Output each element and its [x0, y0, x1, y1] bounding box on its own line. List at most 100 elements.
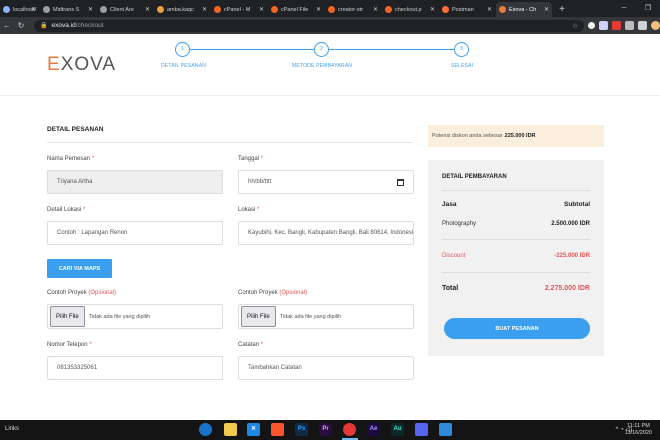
tab-favicon-icon: [328, 6, 335, 13]
summary-divider: [442, 190, 590, 191]
section-title: DETAIL PESANAN: [47, 126, 104, 133]
browser-tab[interactable]: creator-str ✕: [325, 2, 381, 17]
file-explorer-icon[interactable]: [224, 423, 237, 436]
browser-tab[interactable]: localhost/✕: [0, 2, 39, 17]
tab-favicon-icon: [442, 6, 449, 13]
browser-tab-active[interactable]: Exova - Ch ✕: [496, 2, 552, 17]
new-tab-button[interactable]: +: [553, 2, 571, 17]
lokasi-input[interactable]: Kayubihi, Kec. Bangli, Kabupaten Bangli,…: [238, 221, 414, 245]
premiere-icon[interactable]: Pr: [319, 423, 332, 436]
close-icon[interactable]: ✕: [430, 6, 435, 13]
summary-total-row: Total 2.275.000 IDR: [442, 285, 590, 292]
tab-favicon-icon: [100, 6, 107, 13]
tab-favicon-icon: [385, 6, 392, 13]
tab-favicon-icon: [3, 6, 10, 13]
edge-icon[interactable]: [199, 423, 212, 436]
summary-service-row: Photography 2.500.000 IDR: [442, 221, 590, 227]
stepper-line: [329, 49, 454, 50]
extension-icon[interactable]: [625, 21, 634, 30]
windows-taskbar: Links ✕ Ps Pr Ae Au ^ ◔ ◁) 11:11 PM 11/1…: [0, 420, 660, 440]
browser-tab[interactable]: cPanel - M ✕: [211, 2, 267, 17]
chrome-icon[interactable]: [343, 423, 356, 436]
close-icon[interactable]: ✕: [259, 6, 264, 13]
restore-icon[interactable]: ❐: [636, 0, 660, 17]
minimize-icon[interactable]: ─: [612, 0, 636, 17]
tanggal-label: Tanggal *: [238, 156, 264, 162]
lokasi-detail-label: Detail Lokasi *: [47, 207, 86, 213]
browser-tab[interactable]: Midtrans S ✕: [40, 2, 96, 17]
extension-icon[interactable]: [588, 22, 595, 29]
contoh-proyek-file-input[interactable]: Pilih File Tidak ada file yang dipilih: [47, 304, 223, 329]
tab-favicon-icon: [271, 6, 278, 13]
lokasi-detail-input[interactable]: Contoh : Lapangan Renon: [47, 221, 223, 245]
tab-favicon-icon: [214, 6, 221, 13]
pilih-file-button[interactable]: Pilih File: [50, 306, 85, 327]
summary-divider: [442, 239, 590, 240]
step-3-indicator: 3: [454, 42, 469, 57]
browser-tab[interactable]: cPanel File ✕: [268, 2, 324, 17]
audition-icon[interactable]: Au: [391, 423, 404, 436]
back-icon[interactable]: ←: [0, 21, 14, 30]
close-icon[interactable]: ✕: [145, 6, 150, 13]
tab-favicon-icon: [499, 6, 506, 13]
file-status-text: Tidak ada file yang dipilih: [88, 313, 151, 320]
close-icon[interactable]: ✕: [373, 6, 378, 13]
address-bar: ← ↻ 🔒 exova.id/checkout ☆: [0, 17, 660, 34]
tab-favicon-icon: [43, 6, 50, 13]
browser-tab[interactable]: Postman ✕: [439, 2, 495, 17]
catatan-label: Catatan *: [238, 342, 264, 348]
catatan-input[interactable]: Tambahkan Catatan: [238, 356, 414, 380]
close-icon[interactable]: ✕: [487, 6, 492, 13]
window-controls: ─ ❐: [612, 0, 660, 17]
extension-icon[interactable]: [612, 21, 621, 30]
buat-pesanan-button[interactable]: BUAT PESANAN: [444, 318, 590, 339]
photos-icon[interactable]: [439, 423, 452, 436]
step-3-label: SELESAI: [451, 63, 474, 69]
discord-icon[interactable]: [415, 423, 428, 436]
calendar-icon[interactable]: [397, 178, 404, 186]
tanggal-date-input[interactable]: hh/bb/tttt: [238, 170, 414, 194]
bookmark-star-icon[interactable]: ☆: [572, 22, 578, 30]
step-1-label: DETAIL PESANAN: [161, 63, 207, 69]
close-icon[interactable]: ✕: [202, 6, 207, 13]
url-path: /checkout: [75, 22, 104, 29]
summary-divider: [442, 272, 590, 273]
step-2-label: METODE PEMBAYARAN: [292, 63, 353, 69]
telepon-input[interactable]: 081353325061: [47, 356, 223, 380]
after-effects-icon[interactable]: Ae: [367, 423, 380, 436]
reload-icon[interactable]: ↻: [14, 21, 28, 30]
pilih-file-button[interactable]: Pilih File: [241, 306, 276, 327]
brave-icon[interactable]: [271, 423, 284, 436]
contoh-proyek-file-input-2[interactable]: Pilih File Tidak ada file yang dipilih: [238, 304, 414, 329]
profile-avatar-icon[interactable]: [651, 21, 660, 30]
step-1-indicator: 1: [175, 42, 190, 57]
browser-tab[interactable]: checkout.p ✕: [382, 2, 438, 17]
url-host: exova.id: [51, 22, 76, 29]
contoh-proyek-label-2: Contoh Proyek (Opsional): [238, 290, 308, 296]
contoh-proyek-label: Contoh Proyek (Opsional): [47, 290, 117, 296]
extension-icon[interactable]: [599, 21, 608, 30]
close-icon[interactable]: ✕: [544, 6, 549, 13]
browser-tab[interactable]: amba.kaqc ✕: [154, 2, 210, 17]
cari-via-maps-button[interactable]: CARI VIA MAPS: [47, 259, 112, 278]
photoshop-icon[interactable]: Ps: [295, 423, 308, 436]
exova-logo[interactable]: EXOVA: [47, 54, 116, 76]
site-header: EXOVA 1 2 3 DETAIL PESANAN METODE PEMBAY…: [0, 34, 660, 96]
url-input[interactable]: 🔒 exova.id/checkout ☆: [34, 19, 584, 32]
close-icon[interactable]: ✕: [316, 6, 321, 13]
vscode-icon[interactable]: ✕: [247, 423, 260, 436]
close-icon[interactable]: ✕: [88, 6, 93, 13]
browser-tab[interactable]: Client Are ✕: [97, 2, 153, 17]
lock-icon: 🔒: [40, 23, 48, 29]
checkout-page: EXOVA 1 2 3 DETAIL PESANAN METODE PEMBAY…: [0, 34, 660, 420]
taskbar-links-toolbar[interactable]: Links: [5, 426, 19, 432]
tab-favicon-icon: [157, 6, 164, 13]
summary-title: DETAIL PEMBAYARAN: [442, 174, 507, 180]
taskbar-clock[interactable]: 11:11 PM 11/16/2020: [625, 423, 652, 437]
close-icon[interactable]: ✕: [31, 6, 36, 13]
extensions-puzzle-icon[interactable]: [638, 21, 647, 30]
stepper-line: [190, 49, 314, 50]
step-2-indicator: 2: [314, 42, 329, 57]
nama-field[interactable]: Triyana Artha: [47, 170, 223, 194]
browser-tab-strip: localhost/✕ Midtrans S ✕ Client Are ✕ amba…: [0, 0, 660, 17]
